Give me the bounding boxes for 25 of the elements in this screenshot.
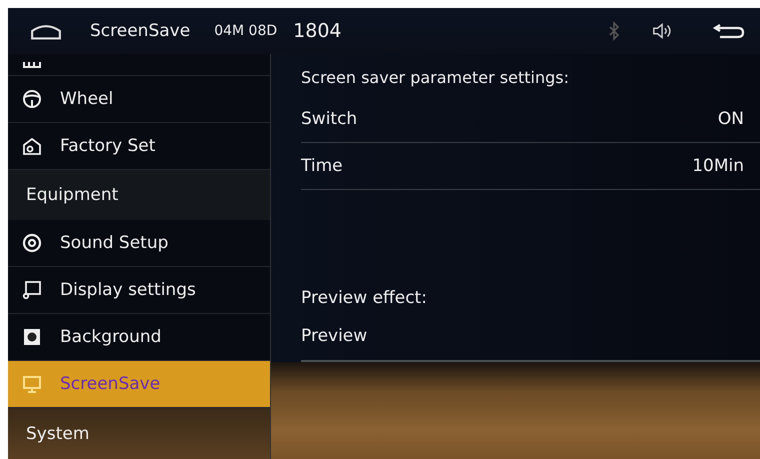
- section-heading: Screen saver parameter settings:: [301, 68, 570, 89]
- menu-item[interactable]: Display settings: [8, 267, 270, 314]
- date-text: 04M 08D: [214, 23, 278, 39]
- setting-label: Switch: [301, 109, 358, 129]
- clock-text: 1804: [293, 20, 342, 42]
- section-header: System: [8, 408, 270, 459]
- back-icon[interactable]: [712, 21, 746, 41]
- screen-title: ScreenSave: [90, 21, 190, 41]
- preview-heading: Preview effect:: [301, 288, 428, 310]
- sound-icon: [22, 233, 42, 253]
- monitor-icon: [22, 374, 42, 394]
- menu-item[interactable]: Sound Setup: [8, 220, 270, 267]
- factory-icon: [22, 136, 42, 156]
- wheel-icon: [22, 89, 42, 109]
- bluetooth-icon[interactable]: [608, 21, 620, 41]
- setting-row[interactable]: Switch ON: [301, 96, 760, 143]
- setting-value: 10Min: [692, 156, 744, 176]
- display-icon: [22, 280, 42, 300]
- picture-icon: [22, 327, 42, 347]
- setting-label: Time: [301, 156, 343, 176]
- ruler-icon: [22, 62, 42, 68]
- setting-row[interactable]: Time 10Min: [301, 143, 760, 190]
- menu-item[interactable]: Wheel: [8, 76, 270, 123]
- section-header: Equipment: [8, 170, 270, 220]
- setting-value: ON: [718, 109, 744, 129]
